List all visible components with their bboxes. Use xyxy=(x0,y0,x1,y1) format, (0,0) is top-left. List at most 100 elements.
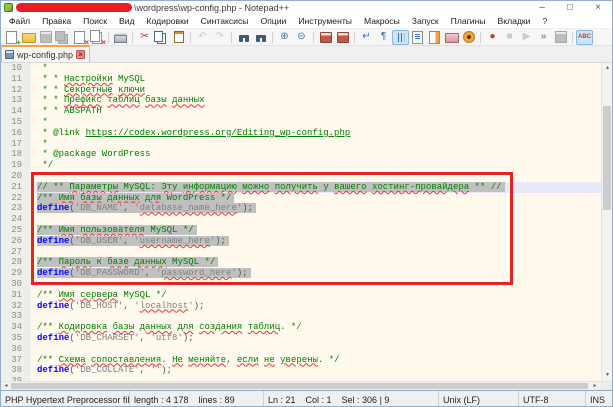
sync-vertical-scroll-icon[interactable] xyxy=(317,30,334,45)
scroll-left-arrow-icon[interactable]: ◂ xyxy=(1,382,11,390)
editor-area[interactable]: 10 *11 * * Настройки MySQL12 * * Секретн… xyxy=(1,63,612,381)
zoom-out-icon[interactable]: ⊖ xyxy=(293,30,310,45)
line-number[interactable]: 34 xyxy=(1,322,31,333)
line-number[interactable]: 12 xyxy=(1,85,31,96)
macro-stop-icon[interactable]: ■ xyxy=(501,30,518,45)
code-line-24[interactable]: 24 xyxy=(1,214,601,225)
menu-item-9[interactable]: Запуск xyxy=(406,16,445,26)
line-number[interactable]: 14 xyxy=(1,106,31,117)
zoom-in-icon[interactable]: ⊕ xyxy=(276,30,293,45)
code-line-25[interactable]: 25/** Имя пользователя MySQL */ xyxy=(1,225,601,236)
macro-record-icon[interactable]: ● xyxy=(484,30,501,45)
menu-item-1[interactable]: Правка xyxy=(36,16,77,26)
line-number[interactable]: 39 xyxy=(1,376,31,381)
macro-run-multiple-icon[interactable]: » xyxy=(535,30,552,45)
code-line-15[interactable]: 15 * xyxy=(1,117,601,128)
replace-icon[interactable] xyxy=(252,30,269,45)
word-wrap-icon[interactable]: ↵ xyxy=(358,30,375,45)
code-line-10[interactable]: 10 * xyxy=(1,63,601,74)
status-eol-format[interactable]: Unix (LF) xyxy=(438,391,518,407)
code-line-12[interactable]: 12 * * Секретные ключи xyxy=(1,85,601,96)
code-line-21[interactable]: 21// ** Параметры MySQL: Эту информацию … xyxy=(1,182,601,193)
menu-item-3[interactable]: Вид xyxy=(113,16,141,26)
status-encoding[interactable]: UTF-8 xyxy=(518,391,585,407)
vertical-scrollbar[interactable]: ▴ ▾ xyxy=(601,63,612,381)
line-number[interactable]: 32 xyxy=(1,301,31,312)
code-line-27[interactable]: 27 xyxy=(1,247,601,258)
menu-item-0[interactable]: Файл xyxy=(3,16,36,26)
code-line-11[interactable]: 11 * * Настройки MySQL xyxy=(1,74,601,85)
line-number[interactable]: 23 xyxy=(1,203,31,214)
save-all-icon[interactable] xyxy=(54,30,71,45)
menu-item-6[interactable]: Опции xyxy=(254,16,292,26)
save-icon[interactable] xyxy=(37,30,54,45)
status-insert-mode[interactable]: INS xyxy=(585,391,612,407)
redo-icon[interactable]: ↷ xyxy=(211,30,228,45)
code-line-36[interactable]: 36 xyxy=(1,344,601,355)
line-number[interactable]: 36 xyxy=(1,344,31,355)
code-line-37[interactable]: 37/** Схема сопоставления. Не меняйте, е… xyxy=(1,355,601,366)
undo-icon[interactable]: ↶ xyxy=(194,30,211,45)
folder-as-workspace-icon[interactable] xyxy=(443,30,460,45)
menu-item-2[interactable]: Поиск xyxy=(77,16,113,26)
line-number[interactable]: 20 xyxy=(1,171,31,182)
line-number[interactable]: 38 xyxy=(1,365,31,376)
line-number[interactable]: 35 xyxy=(1,333,31,344)
indent-guide-icon[interactable] xyxy=(392,30,409,45)
code-line-20[interactable]: 20 xyxy=(1,171,601,182)
spell-check-icon[interactable]: ABC xyxy=(576,30,593,45)
copy-icon[interactable] xyxy=(153,30,170,45)
horizontal-scrollbar-thumb[interactable] xyxy=(11,383,588,389)
macro-save-icon[interactable] xyxy=(552,30,569,45)
code-line-16[interactable]: 16 * @link https://codex.wordpress.org/E… xyxy=(1,128,601,139)
code-line-18[interactable]: 18 * @package WordPress xyxy=(1,149,601,160)
menu-item-5[interactable]: Синтаксисы xyxy=(195,16,255,26)
line-number[interactable]: 25 xyxy=(1,225,31,236)
code-line-28[interactable]: 28/** Пароль к базе данных MySQL */ xyxy=(1,257,601,268)
menu-item-11[interactable]: Вкладки xyxy=(492,16,537,26)
find-icon[interactable] xyxy=(235,30,252,45)
line-number[interactable]: 11 xyxy=(1,74,31,85)
code-line-13[interactable]: 13 * * Префикс таблиц базы данных xyxy=(1,95,601,106)
line-number[interactable]: 24 xyxy=(1,214,31,225)
code-line-35[interactable]: 35define('DB_CHARSET', 'utf8'); xyxy=(1,333,601,344)
line-number[interactable]: 10 xyxy=(1,63,31,74)
code-line-23[interactable]: 23define('DB_NAME', 'database_name_here'… xyxy=(1,203,601,214)
line-number[interactable]: 17 xyxy=(1,139,31,150)
line-number[interactable]: 18 xyxy=(1,149,31,160)
code-line-29[interactable]: 29define('DB_PASSWORD', 'password_here')… xyxy=(1,268,601,279)
code-line-39[interactable]: 39 xyxy=(1,376,601,381)
line-number[interactable]: 28 xyxy=(1,257,31,268)
scroll-up-arrow-icon[interactable]: ▴ xyxy=(602,63,612,74)
print-icon[interactable] xyxy=(112,30,129,45)
close-button[interactable]: × xyxy=(584,1,612,14)
code-line-22[interactable]: 22/** Имя базы данных для WordPress */ xyxy=(1,193,601,204)
line-number[interactable]: 26 xyxy=(1,236,31,247)
code-line-34[interactable]: 34/** Кодировка базы данных для создания… xyxy=(1,322,601,333)
line-number[interactable]: 16 xyxy=(1,128,31,139)
macro-play-icon[interactable]: ▶ xyxy=(518,30,535,45)
open-folder-icon[interactable] xyxy=(20,30,37,45)
code-line-31[interactable]: 31/** Имя сервера MySQL */ xyxy=(1,290,601,301)
line-number[interactable]: 37 xyxy=(1,355,31,366)
line-number[interactable]: 27 xyxy=(1,247,31,258)
close-file-icon[interactable]: × xyxy=(71,30,88,45)
code-line-30[interactable]: 30 xyxy=(1,279,601,290)
code-line-14[interactable]: 14 * * ABSPATH xyxy=(1,106,601,117)
document-map-icon[interactable] xyxy=(426,30,443,45)
code-line-32[interactable]: 32define('DB_HOST', 'localhost'); xyxy=(1,301,601,312)
scroll-right-arrow-icon[interactable]: ▸ xyxy=(590,382,600,390)
close-all-icon[interactable]: × xyxy=(88,30,105,45)
line-number[interactable]: 29 xyxy=(1,268,31,279)
menu-item-12[interactable]: ? xyxy=(536,16,553,26)
minimize-button[interactable]: – xyxy=(528,1,556,14)
vertical-scrollbar-thumb[interactable] xyxy=(603,106,611,210)
menu-item-10[interactable]: Плагины xyxy=(445,16,492,26)
horizontal-scrollbar[interactable]: ◂ ▸ xyxy=(1,381,612,390)
sync-horizontal-scroll-icon[interactable] xyxy=(334,30,351,45)
maximize-button[interactable]: □ xyxy=(556,1,584,14)
code-line-19[interactable]: 19 */ xyxy=(1,160,601,171)
line-number[interactable]: 19 xyxy=(1,160,31,171)
line-number[interactable]: 21 xyxy=(1,182,31,193)
cut-icon[interactable]: ✂ xyxy=(136,30,153,45)
